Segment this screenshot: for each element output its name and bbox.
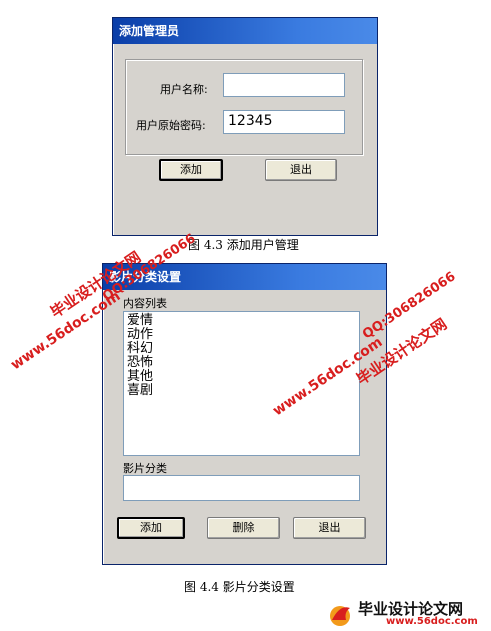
list-item[interactable]: 爱情 [127,314,356,328]
delete-button[interactable]: 删除 [207,517,280,539]
site-logo: 毕业设计论文网 www.56doc.com [326,598,488,628]
username-label: 用户名称: [160,83,208,96]
exit-button[interactable]: 退出 [293,517,366,539]
add-admin-dialog: 添加管理员 用户名称: 用户原始密码: 12345 添加 退出 [112,17,378,236]
logo-url: www.56doc.com [386,616,478,627]
list-item[interactable]: 恐怖 [127,356,356,370]
category-label: 影片分类 [123,462,167,475]
flame-logo-icon [330,606,350,626]
password-input[interactable]: 12345 [223,110,345,134]
add-button[interactable]: 添加 [159,159,223,181]
username-input[interactable] [223,73,345,97]
add-button[interactable]: 添加 [117,517,185,539]
figure-caption-4-3: 图 4.3 添加用户管理 [188,238,299,252]
movie-category-dialog: 影片分类设置 内容列表 爱情 动作 科幻 恐怖 其他 喜剧 影片分类 添加 删除… [102,263,387,565]
password-label: 用户原始密码: [136,119,206,132]
dialog-title: 添加管理员 [113,18,377,44]
category-input[interactable] [123,475,360,501]
list-item[interactable]: 动作 [127,328,356,342]
list-label: 内容列表 [123,297,167,310]
figure-caption-4-4: 图 4.4 影片分类设置 [184,580,295,594]
exit-button[interactable]: 退出 [265,159,337,181]
list-item[interactable]: 科幻 [127,342,356,356]
